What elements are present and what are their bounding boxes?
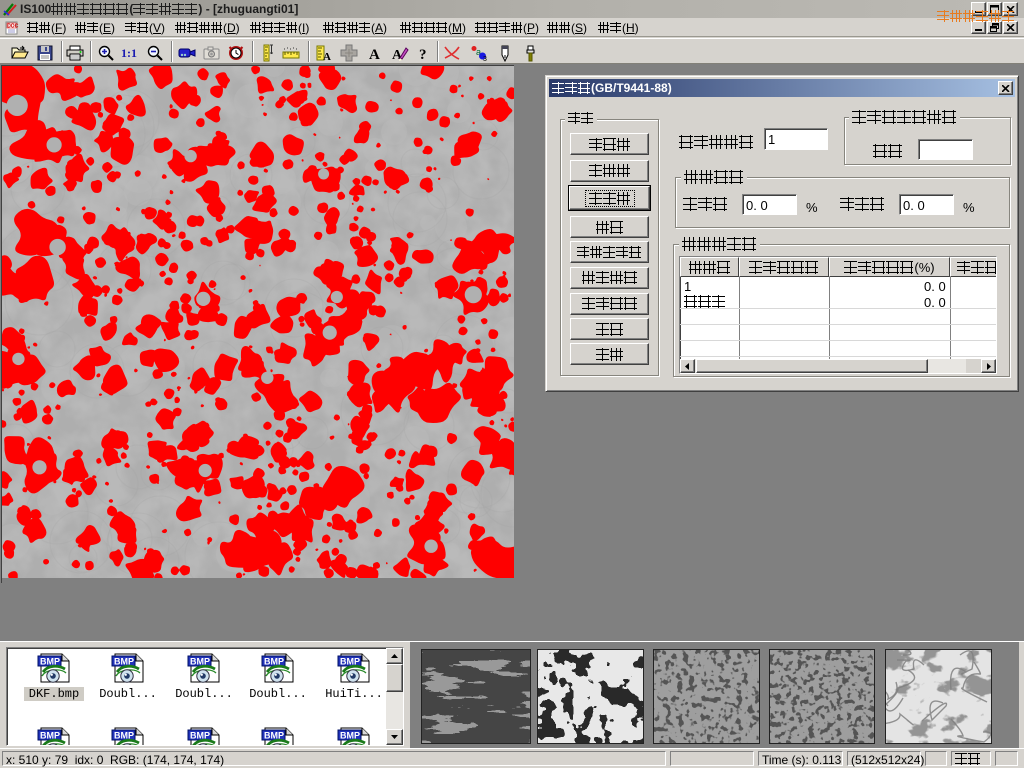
svg-text:DOC: DOC: [7, 24, 19, 30]
svg-text:A: A: [323, 51, 331, 62]
svg-text:3: 3: [483, 56, 487, 61]
svg-text:1:1: 1:1: [121, 46, 137, 60]
svg-text:?: ?: [419, 47, 427, 61]
svg-text:A: A: [369, 47, 380, 61]
